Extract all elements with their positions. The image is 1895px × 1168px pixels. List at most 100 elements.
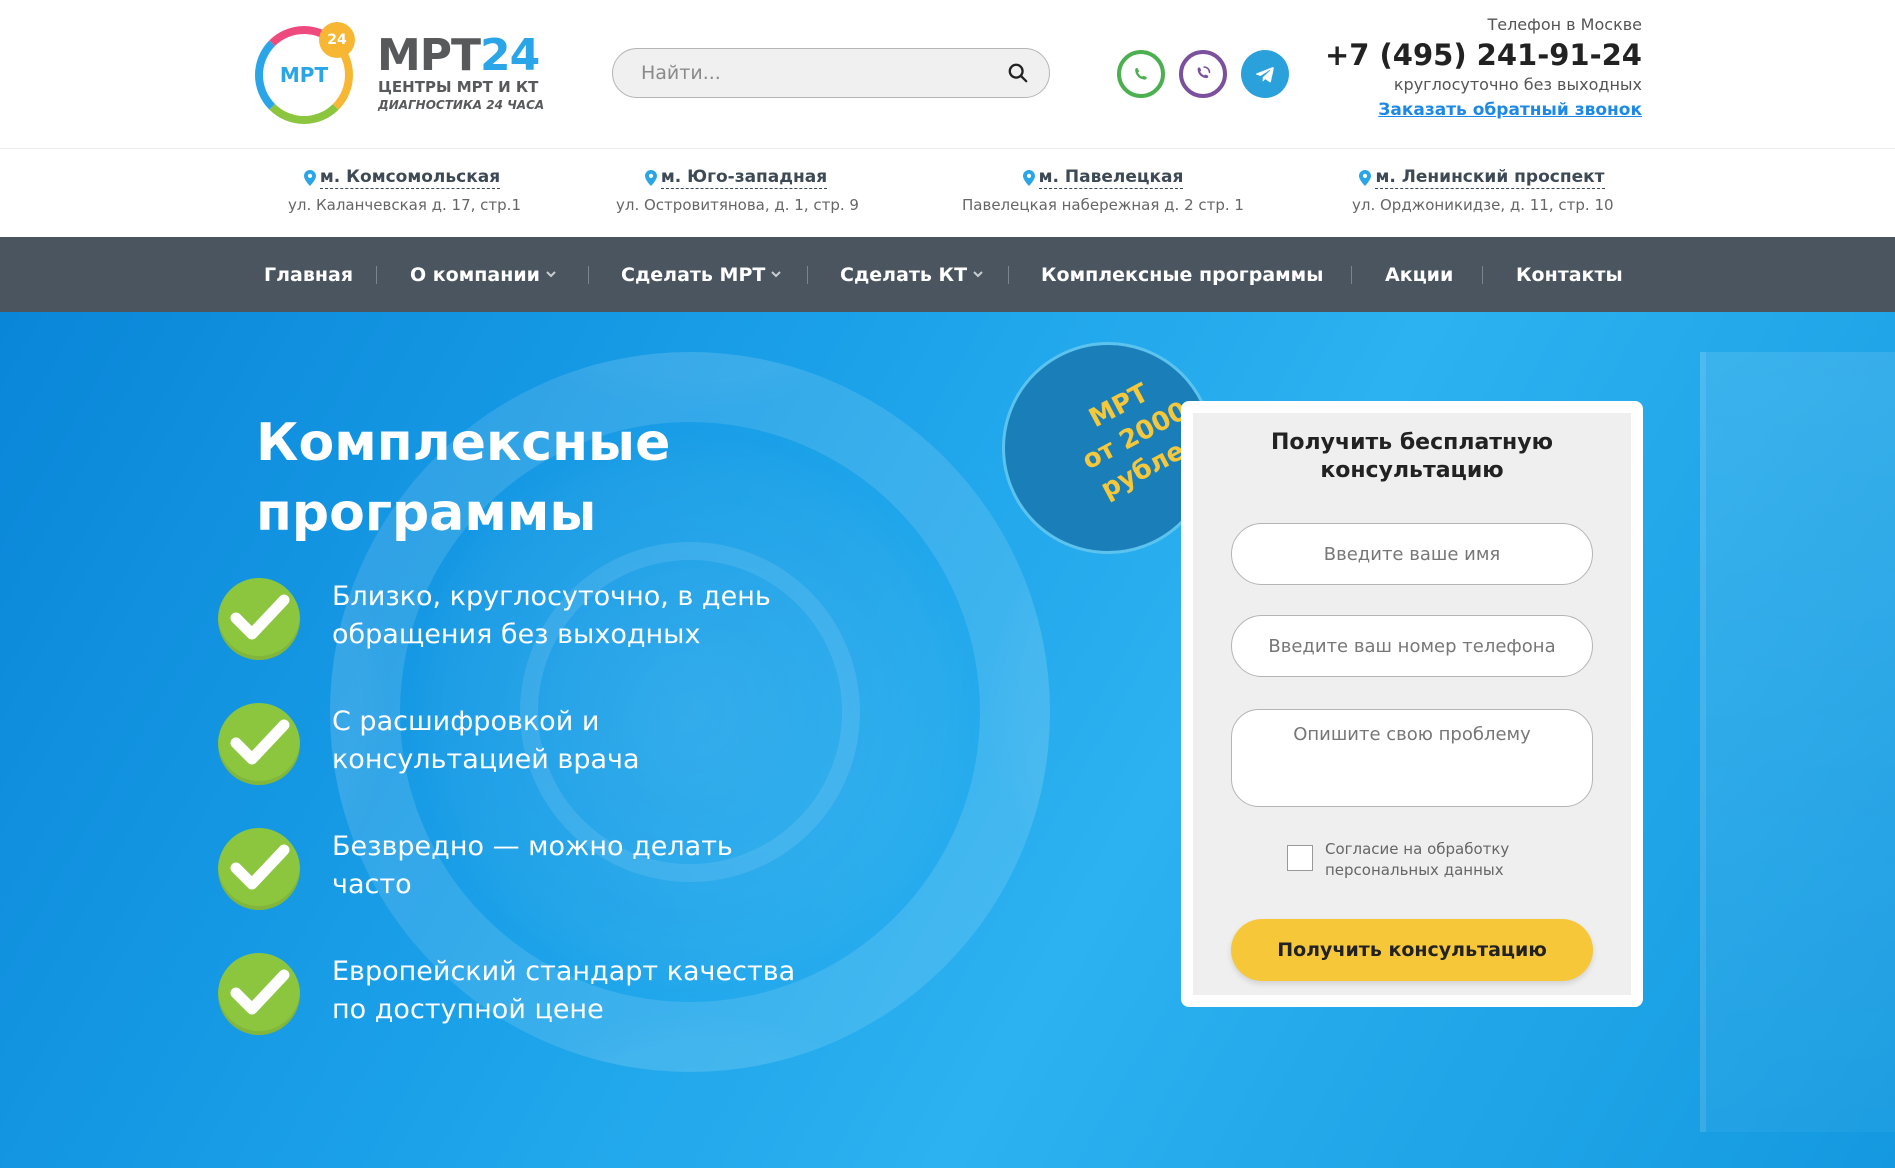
benefit-item: Близко, круглосуточно, в день обращения … bbox=[218, 578, 838, 668]
nav-separator bbox=[1351, 266, 1352, 284]
benefit-line: Безвредно — можно делать bbox=[332, 831, 733, 862]
map-pin-icon bbox=[644, 170, 657, 186]
main-nav: Главная О компании Сделать МРТ Сделать К… bbox=[0, 237, 1895, 312]
nav-separator bbox=[376, 266, 377, 284]
check-icon bbox=[218, 828, 300, 910]
nav-separator bbox=[588, 266, 589, 284]
location-leninsky-prospekt[interactable]: м. Ленинский проспект ул. Орджоникидзе, … bbox=[1352, 167, 1614, 214]
nav-item-label: О компании bbox=[410, 263, 540, 286]
nav-item-label: Контакты bbox=[1516, 263, 1623, 286]
nav-item-mri[interactable]: Сделать МРТ bbox=[621, 237, 782, 312]
telegram-icon[interactable] bbox=[1241, 50, 1289, 98]
nav-item-label: Главная bbox=[264, 263, 354, 286]
consultation-form: Получить бесплатную консультацию Согласи… bbox=[1181, 401, 1643, 1007]
location-station-label: м. Юго-западная bbox=[660, 167, 828, 189]
nav-item-about[interactable]: О компании bbox=[410, 237, 556, 312]
benefit-line: С расшифровкой и bbox=[332, 706, 600, 737]
whatsapp-glyph bbox=[1135, 68, 1147, 80]
logo-title: МРТ24 bbox=[377, 30, 540, 81]
consultation-form-body: Получить бесплатную консультацию Согласи… bbox=[1193, 413, 1631, 995]
search-box bbox=[612, 48, 1050, 98]
check-glyph bbox=[230, 844, 290, 890]
form-title-line: Получить бесплатную bbox=[1271, 430, 1553, 455]
map-pin-icon bbox=[1022, 170, 1035, 186]
check-icon bbox=[218, 953, 300, 1035]
chevron-down-icon bbox=[546, 271, 556, 278]
consent-row: Согласие на обработку персональных данны… bbox=[1287, 839, 1587, 883]
benefit-line: часто bbox=[332, 869, 412, 900]
location-station[interactable]: м. Павелецкая bbox=[1022, 167, 1184, 189]
form-title-line: консультацию bbox=[1320, 458, 1504, 483]
whatsapp-icon[interactable] bbox=[1117, 50, 1165, 98]
search-input[interactable] bbox=[641, 49, 981, 97]
logo-badge: 24 bbox=[319, 22, 355, 58]
callback-link[interactable]: Заказать обратный звонок bbox=[1378, 96, 1642, 124]
consent-label: Согласие на обработку персональных данны… bbox=[1325, 839, 1545, 881]
location-yugo-zapadnaya[interactable]: м. Юго-западная ул. Островитянова, д. 1,… bbox=[616, 167, 859, 214]
nav-item-promotions[interactable]: Акции bbox=[1385, 237, 1453, 312]
benefit-item: Европейский стандарт качества по доступн… bbox=[218, 953, 838, 1043]
consent-label-line: персональных данных bbox=[1325, 861, 1504, 879]
telegram-glyph bbox=[1255, 67, 1274, 83]
chevron-down-icon bbox=[771, 271, 782, 278]
form-title: Получить бесплатную консультацию bbox=[1193, 429, 1631, 485]
logo-title-accent: 24 bbox=[480, 30, 540, 81]
map-pin-icon bbox=[1359, 170, 1372, 186]
logo-tagline: ДИАГНОСТИКА 24 ЧАСА bbox=[378, 98, 545, 112]
location-komsomolskaya[interactable]: м. Комсомольская ул. Каланчевская д. 17,… bbox=[288, 167, 521, 214]
nav-separator bbox=[1008, 266, 1009, 284]
get-consultation-button[interactable]: Получить консультацию bbox=[1231, 919, 1593, 981]
location-station-label: м. Павелецкая bbox=[1038, 167, 1184, 189]
location-station[interactable]: м. Ленинский проспект bbox=[1359, 167, 1605, 189]
check-icon bbox=[218, 703, 300, 785]
site-header: МРТ 24 МРТ24 ЦЕНТРЫ МРТ И КТ ДИАГНОСТИКА… bbox=[0, 0, 1895, 148]
phone-number[interactable]: +7 (495) 241-91-24 bbox=[1322, 36, 1642, 74]
room-shelves-illustration bbox=[1700, 352, 1895, 1132]
phone-label: Телефон в Москве bbox=[1487, 15, 1642, 34]
benefit-line: консультацией врача bbox=[332, 744, 640, 775]
viber-icon[interactable] bbox=[1179, 50, 1227, 98]
benefit-line: Близко, круглосуточно, в день bbox=[332, 581, 771, 612]
nav-item-home[interactable]: Главная bbox=[264, 237, 353, 312]
phone-block: Телефон в Москве +7 (495) 241-91-24 круг… bbox=[1322, 14, 1642, 124]
logo-title-main: МРТ bbox=[377, 30, 481, 81]
phone-hours: круглосуточно без выходных bbox=[1393, 75, 1642, 94]
location-station[interactable]: м. Комсомольская bbox=[303, 167, 501, 189]
check-icon bbox=[218, 578, 300, 660]
locations-bar: м. Комсомольская ул. Каланчевская д. 17,… bbox=[0, 148, 1895, 237]
logo[interactable]: МРТ 24 МРТ24 ЦЕНТРЫ МРТ И КТ ДИАГНОСТИКА… bbox=[253, 22, 545, 126]
chevron-down-icon bbox=[973, 271, 983, 278]
location-address: ул. Каланчевская д. 17, стр.1 bbox=[288, 196, 521, 214]
viber-glyph bbox=[1197, 66, 1211, 79]
benefit-line: по доступной цене bbox=[332, 994, 604, 1025]
nav-separator bbox=[1482, 266, 1483, 284]
location-address: Павелецкая набережная д. 2 стр. 1 bbox=[962, 196, 1244, 214]
location-station-label: м. Комсомольская bbox=[319, 167, 501, 189]
check-glyph bbox=[230, 594, 290, 640]
nav-item-programs[interactable]: Комплексные программы bbox=[1041, 237, 1323, 312]
nav-item-ct[interactable]: Сделать КТ bbox=[840, 237, 983, 312]
benefit-line: обращения без выходных bbox=[332, 619, 701, 650]
nav-item-label: Акции bbox=[1385, 263, 1454, 286]
benefit-item: Безвредно — можно делать часто bbox=[218, 828, 838, 918]
benefit-text: С расшифровкой и консультацией врача bbox=[332, 703, 842, 779]
nav-item-label: Сделать КТ bbox=[840, 263, 968, 286]
hero-title: Комплексные программы bbox=[256, 408, 776, 548]
phone-field[interactable] bbox=[1231, 615, 1593, 677]
logo-subtitle: ЦЕНТРЫ МРТ И КТ bbox=[378, 78, 539, 96]
nav-item-label: Сделать МРТ bbox=[621, 263, 766, 286]
consent-checkbox[interactable] bbox=[1287, 845, 1313, 871]
location-address: ул. Островитянова, д. 1, стр. 9 bbox=[616, 196, 859, 214]
problem-field[interactable] bbox=[1231, 709, 1593, 807]
search-icon[interactable] bbox=[1007, 62, 1029, 84]
benefit-text: Европейский стандарт качества по доступн… bbox=[332, 953, 842, 1029]
location-address: ул. Орджоникидзе, д. 11, стр. 10 bbox=[1352, 196, 1614, 214]
location-station[interactable]: м. Юго-западная bbox=[644, 167, 828, 189]
location-paveletskaya[interactable]: м. Павелецкая Павелецкая набережная д. 2… bbox=[958, 167, 1248, 214]
hero-title-line: программы bbox=[256, 483, 597, 543]
nav-item-contacts[interactable]: Контакты bbox=[1516, 237, 1623, 312]
benefit-item: С расшифровкой и консультацией врача bbox=[218, 703, 838, 793]
check-glyph bbox=[230, 719, 290, 765]
name-field[interactable] bbox=[1231, 523, 1593, 585]
location-station-label: м. Ленинский проспект bbox=[1375, 167, 1605, 189]
